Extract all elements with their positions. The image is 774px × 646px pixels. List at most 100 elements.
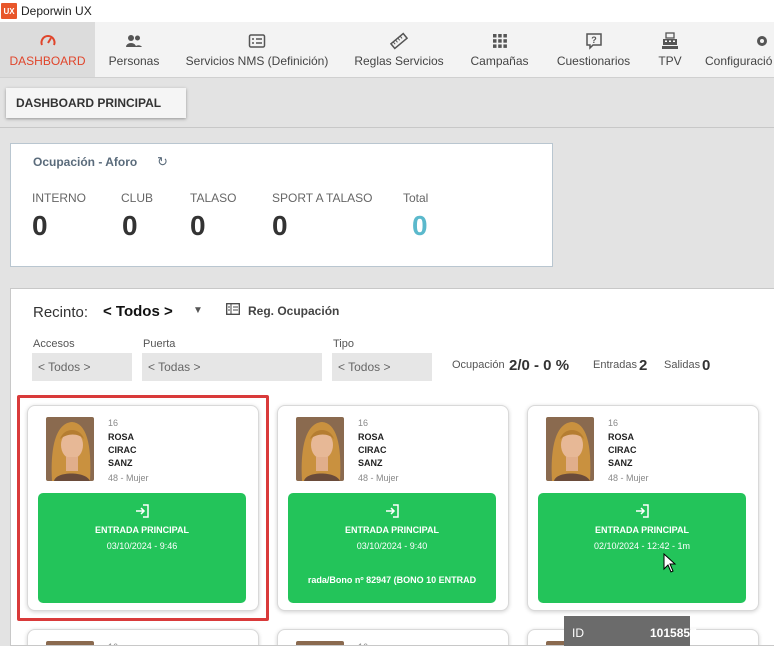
stat-value-total: 0 xyxy=(412,210,428,241)
entry-title: ENTRADA PRINCIPAL xyxy=(345,525,439,535)
recinto-select[interactable]: < Todos > xyxy=(103,303,173,320)
nav-dashboard[interactable]: DASHBOARD xyxy=(0,22,95,77)
salidas-value: 0 xyxy=(702,357,711,374)
person-age: 48 - Mujer xyxy=(108,473,149,483)
nav-cuestionarios-label: Cuestionarios xyxy=(556,54,631,68)
person-name-line: CIRAC xyxy=(608,445,637,455)
refresh-icon[interactable]: ↻ xyxy=(157,154,168,170)
avatar xyxy=(46,641,94,645)
nav-reglas-label: Reglas Servicios xyxy=(354,54,444,68)
avatar xyxy=(546,417,594,481)
entry-date: 02/10/2024 - 12:42 - 1m xyxy=(593,541,691,551)
filter-puerta-label: Puerta xyxy=(143,338,176,350)
nav-personas[interactable]: Personas xyxy=(95,22,173,77)
sign-in-icon xyxy=(134,503,150,524)
list-card-icon xyxy=(248,32,266,50)
registros-panel: Recinto: < Todos > ▼ Reg. Ocupación Acce… xyxy=(10,288,774,646)
person-number: 16 xyxy=(108,418,119,428)
person-name-line: ROSA xyxy=(608,432,635,442)
reg-ocupacion-button[interactable]: Reg. Ocupación xyxy=(226,303,339,318)
person-name-line: CIRAC xyxy=(358,445,387,455)
person-number: 16 xyxy=(608,418,619,428)
tooltip-value: 1015857 xyxy=(650,626,697,640)
person-age: 48 - Mujer xyxy=(358,473,399,483)
entradas-value: 2 xyxy=(639,357,648,374)
person-tooltip: ID 1015857 xyxy=(564,616,697,646)
stat-label-sport-a-talaso: SPORT A TALASO xyxy=(272,191,373,205)
app-logo: UX xyxy=(1,3,17,19)
person-name-line: CIRAC xyxy=(108,445,137,455)
filter-accesos-label: Accesos xyxy=(33,338,75,350)
reg-ocupacion-label: Reg. Ocupación xyxy=(248,303,340,318)
ocupacion-label: Ocupación xyxy=(452,359,505,371)
grid-icon xyxy=(491,32,509,50)
person-age: 48 - Mujer xyxy=(608,473,649,483)
mouse-cursor-icon xyxy=(663,552,677,578)
nav-campanas-label: Campañas xyxy=(470,54,529,68)
stat-label-total: Total xyxy=(403,191,429,205)
sign-in-icon xyxy=(384,503,400,524)
entry-title: ENTRADA PRINCIPAL xyxy=(595,525,689,535)
dashboard-principal-tab[interactable]: DASHBOARD PRINCIPAL xyxy=(6,88,186,118)
filter-accesos-select[interactable]: < Todos > xyxy=(32,353,132,381)
stat-value-club: 0 xyxy=(122,210,138,241)
tooltip-key: ID xyxy=(572,626,584,640)
filter-tipo-label: Tipo xyxy=(333,338,354,350)
access-card[interactable]: 16 ROSA CIRAC SANZ 48 - Mujer ENTRADA PR… xyxy=(27,405,259,611)
entry-status-box: ENTRADA PRINCIPAL 02/10/2024 - 12:42 - 1… xyxy=(538,493,746,603)
window-titlebar: UX Deporwin UX xyxy=(0,0,774,22)
person-name-line: SANZ xyxy=(358,458,383,468)
recinto-label: Recinto: xyxy=(33,304,89,321)
stat-value-sport-a-talaso: 0 xyxy=(272,210,288,241)
entry-date: 03/10/2024 - 9:46 xyxy=(106,541,178,551)
top-navigation: DASHBOARD Personas Servicios NMS (Defini… xyxy=(0,22,774,78)
stat-value-interno: 0 xyxy=(32,210,48,241)
entry-title: ENTRADA PRINCIPAL xyxy=(95,525,189,535)
person-name-line: SANZ xyxy=(108,458,133,468)
settings-icon xyxy=(753,32,771,50)
entradas-label: Entradas xyxy=(593,359,638,371)
stat-label-talaso: TALASO xyxy=(190,191,237,205)
chevron-down-icon[interactable]: ▼ xyxy=(193,305,203,316)
filter-tipo-select[interactable]: < Todos > xyxy=(332,353,432,381)
access-card[interactable]: 16 ROSA CIRAC SANZ 48 - Mujer ENTRADA PR… xyxy=(527,405,759,611)
nav-servicios-label: Servicios NMS (Definición) xyxy=(185,54,329,68)
ruler-icon xyxy=(390,32,408,50)
svg-text:?: ? xyxy=(591,35,597,45)
avatar xyxy=(296,417,344,481)
person-name-line: ROSA xyxy=(358,432,385,442)
nav-tpv-label: TPV xyxy=(658,54,682,68)
filter-puerta-select[interactable]: < Todas > xyxy=(142,353,322,381)
entry-bono-detail: rada/Bono nº 82947 (BONO 10 ENTRAD xyxy=(307,575,477,585)
nav-campanas[interactable]: Campañas xyxy=(457,22,542,77)
stat-label-club: CLUB xyxy=(121,191,154,205)
nav-configuracion[interactable]: Configuració xyxy=(695,22,774,77)
nav-cuestionarios[interactable]: ? Cuestionarios xyxy=(542,22,645,77)
salidas-label: Salidas xyxy=(664,359,701,371)
person-number: 16 xyxy=(358,642,368,645)
cash-register-icon xyxy=(661,32,679,50)
sign-in-icon xyxy=(634,503,650,524)
nav-tpv[interactable]: TPV xyxy=(645,22,695,77)
person-number: 16 xyxy=(108,642,118,645)
avatar xyxy=(46,417,94,481)
access-card[interactable]: 16 ROSA CIRAC SANZ 48 - Mujer ENTRADA PR… xyxy=(277,405,509,611)
entry-status-box: ENTRADA PRINCIPAL 03/10/2024 - 9:40 rada… xyxy=(288,493,496,603)
nav-dashboard-label: DASHBOARD xyxy=(9,54,86,68)
ocupacion-aforo-panel: Ocupación - Aforo ↻ INTERNO 0 CLUB 0 TAL… xyxy=(10,143,553,267)
stat-value-talaso: 0 xyxy=(190,210,206,241)
entry-status-box: ENTRADA PRINCIPAL 03/10/2024 - 9:46 xyxy=(38,493,246,603)
people-icon xyxy=(125,32,143,50)
entry-date: 03/10/2024 - 9:40 xyxy=(356,541,428,551)
ocupacion-value: 2/0 - 0 % xyxy=(509,357,570,374)
avatar xyxy=(296,641,344,645)
access-card[interactable]: 16 xyxy=(277,629,509,645)
nav-configuracion-label: Configuració xyxy=(705,54,773,68)
access-card[interactable]: 16 xyxy=(27,629,259,645)
person-name-line: ROSA xyxy=(108,432,135,442)
nav-servicios-nms[interactable]: Servicios NMS (Definición) xyxy=(173,22,341,77)
stat-label-interno: INTERNO xyxy=(32,191,86,205)
window-title: Deporwin UX xyxy=(21,4,92,18)
nav-reglas-servicios[interactable]: Reglas Servicios xyxy=(341,22,457,77)
nav-personas-label: Personas xyxy=(108,54,160,68)
